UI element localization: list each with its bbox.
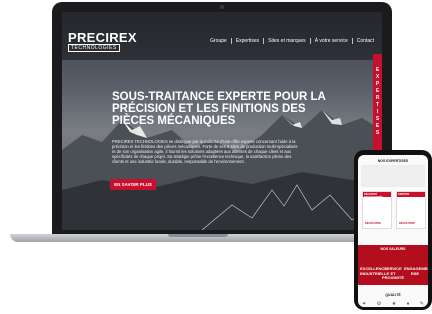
side-tab-letter: I: [376, 109, 379, 115]
phone-quality-title: QUALITÉ: [385, 293, 401, 297]
nav-item-sites[interactable]: Sites et marques: [263, 38, 310, 44]
side-tab-letter: E: [375, 123, 380, 129]
logo-subtitle: TECHNOLOGIES: [68, 44, 120, 52]
nav-item-expertises[interactable]: Expertises: [230, 38, 263, 44]
card-link[interactable]: DÉCOUVRIR: [399, 222, 415, 225]
sparkle-icon: ✦: [362, 301, 367, 307]
main-nav: Groupe Expertises Sites et marques À vot…: [206, 38, 378, 44]
side-tab-letter: S: [375, 130, 380, 136]
star-icon: ★: [391, 301, 397, 307]
diamond-icon: ♦: [406, 301, 410, 307]
pencil-icon: ✎: [419, 301, 424, 307]
laptop-screen: PRECIREX TECHNOLOGIES Groupe Expertises …: [62, 12, 382, 230]
phone-screen: NOS EXPERTISES SÉCURITÉ PROGRAMMÉE DÉCOU…: [358, 155, 428, 307]
nav-item-contact[interactable]: Contact: [351, 38, 378, 44]
phone-card-securite[interactable]: SÉCURITÉ PROGRAMMÉE DÉCOUVRIR: [362, 191, 392, 229]
side-tab-letter: R: [375, 95, 380, 101]
card-label: FINITION: [398, 192, 410, 196]
value-item: ENGAGEMENT RSE: [404, 266, 428, 276]
camera: [220, 5, 224, 9]
card-link[interactable]: DÉCOUVRIR: [365, 222, 381, 225]
phone-values-list: EXCELLENCE INDUSTRIELLE SERVICE ET PROXI…: [360, 266, 428, 281]
phone-card-finition[interactable]: FINITION DÉCOUVRIR: [396, 191, 426, 229]
phone-hero-band: [361, 165, 425, 187]
side-tab-letter: E: [375, 67, 380, 73]
logo[interactable]: PRECIREX: [68, 30, 137, 45]
nav-item-service[interactable]: À votre service: [309, 38, 352, 44]
hero-title: SOUS-TRAITANCE EXPERTE POUR LA PRÉCISION…: [112, 91, 326, 127]
phone-expertises-title: NOS EXPERTISES: [377, 159, 409, 163]
phone-icons-row: ✦ ⚙ ★ ♦ ✎: [362, 301, 424, 307]
side-tab-letter: S: [375, 116, 380, 122]
expertises-side-tab[interactable]: EXPERTISES: [373, 54, 382, 150]
card-label: SÉCURITÉ PROGRAMMÉE: [364, 192, 384, 199]
side-tab-letter: P: [375, 81, 380, 87]
value-item: SERVICE ET PROXIMITÉ: [382, 266, 405, 280]
phone-values-title: NOS VALEURS: [380, 247, 406, 251]
value-item: EXCELLENCE INDUSTRIELLE: [360, 266, 390, 276]
nav-item-groupe[interactable]: Groupe: [206, 38, 231, 44]
laptop-notch: [168, 234, 228, 237]
side-tab-letter: E: [375, 88, 380, 94]
hero-text: PRECIREX TECHNOLOGIES se distingue par l…: [112, 139, 298, 164]
side-tab-letter: X: [375, 74, 380, 80]
side-tab-letter: T: [375, 102, 380, 108]
learn-more-button[interactable]: EN SAVOIR PLUS: [110, 179, 156, 190]
gear-icon: ⚙: [376, 301, 382, 307]
